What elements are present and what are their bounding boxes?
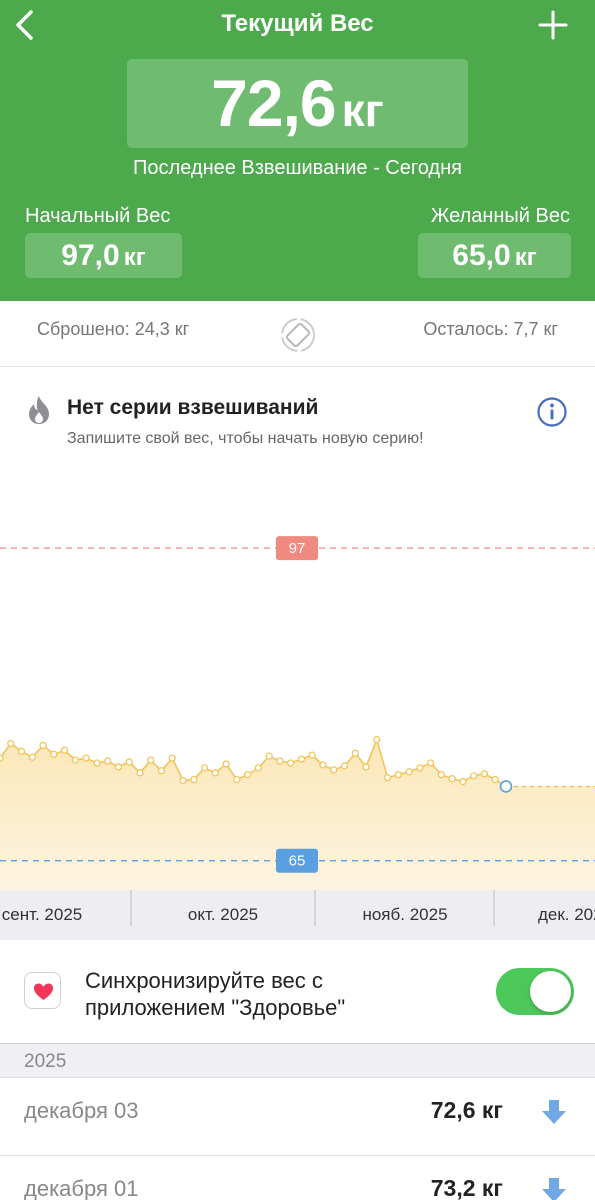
weight-point (60, 746, 69, 754)
weight-point (459, 777, 467, 786)
down-arrow-icon (542, 1178, 566, 1200)
streak-subtitle: Запишите свой вес, чтобы начать новую се… (67, 430, 424, 447)
weight-point (200, 764, 209, 772)
x-axis-band (0, 890, 595, 940)
entry-weight: 72,6 кг (430, 1097, 503, 1123)
x-tick-label: сент. 2025 (2, 905, 83, 924)
start-weight-unit: кг (123, 244, 146, 271)
x-tick-label: окт. 2025 (188, 905, 258, 924)
latest-weight-point (499, 780, 513, 793)
weight-point (125, 758, 133, 766)
weight-point (373, 735, 381, 744)
page-title: Текущий Вес (221, 10, 374, 37)
weight-point (233, 775, 241, 784)
x-tick-label: нояб. 2025 (362, 905, 447, 924)
weight-point (114, 763, 123, 771)
weight-point (254, 764, 263, 772)
weight-point (362, 763, 370, 771)
streak-title: Нет серии взвешиваний (67, 396, 319, 419)
weight-point (480, 770, 489, 778)
weight-point (416, 764, 424, 772)
current-weight-value: 72,6 (211, 66, 336, 140)
weight-point (17, 747, 26, 755)
weight-point (82, 754, 90, 762)
health-app-icon (24, 972, 61, 1009)
weight-point (491, 775, 499, 784)
heart-icon (34, 983, 53, 1000)
goal-weight-pill[interactable]: 65,0 кг (418, 233, 571, 278)
weight-point (276, 757, 284, 765)
weight-point (470, 772, 478, 780)
year-label: 2025 (24, 1051, 67, 1072)
weight-point (297, 755, 306, 763)
goal-weight-badge-label: 65 (289, 853, 306, 870)
weight-point (71, 756, 80, 764)
weight-chart[interactable]: 97 65 сент. 2025 окт. 2025 нояб. 2025 дек. … (0, 470, 595, 940)
weight-point (136, 769, 144, 777)
entry-date: декабря 01 (24, 1176, 139, 1200)
toggle-knob (530, 971, 571, 1012)
weight-point (211, 769, 219, 777)
weight-point (243, 771, 252, 779)
weight-point (0, 754, 4, 762)
weight-point (426, 759, 435, 767)
down-arrow-icon (542, 1100, 566, 1124)
weight-point (383, 774, 392, 782)
lost-weight-text: Сброшено: 24,3 кг (37, 319, 190, 339)
weight-point (190, 775, 198, 784)
weight-point (437, 771, 446, 779)
header: Текущий Вес 72,6 кг Последнее Взвешивание… (0, 0, 595, 301)
weight-point (28, 753, 36, 761)
entry-date: декабря 03 (24, 1098, 139, 1123)
weight-point (394, 771, 402, 779)
current-weight-unit: кг (341, 84, 384, 136)
weight-point (448, 775, 456, 783)
last-weigh-text: Последнее Взвешивание - Сегодня (133, 157, 462, 179)
entry-weight: 73,2 кг (430, 1175, 503, 1200)
weight-point (265, 752, 273, 760)
x-tick-label: дек. 2025 (538, 905, 595, 924)
weight-entry-row[interactable]: декабря 01 73,2 кг (0, 1156, 595, 1200)
start-weight-pill[interactable]: 97,0 кг (25, 233, 182, 278)
weight-point (157, 767, 166, 775)
goal-weight-unit: кг (514, 244, 537, 271)
info-icon[interactable] (536, 396, 568, 428)
start-weight-value: 97,0 (61, 239, 120, 272)
add-icon[interactable] (536, 8, 570, 42)
weight-point (147, 756, 155, 764)
weight-point (287, 759, 295, 767)
weight-point (39, 741, 47, 750)
weight-point (168, 754, 176, 762)
goal-weight-badge: 65 (276, 848, 318, 873)
start-weight-label: Начальный Вес (25, 205, 171, 227)
goal-weight-value: 65,0 (452, 239, 511, 272)
remaining-weight-text: Осталось: 7,7 кг (423, 319, 558, 339)
weight-point (308, 751, 316, 759)
current-weight-box[interactable]: 72,6 кг (127, 59, 468, 148)
weight-point (104, 757, 112, 765)
weight-point (7, 739, 15, 748)
weight-point (405, 768, 413, 776)
goal-weight-label: Желанный Вес (430, 205, 570, 227)
start-weight-badge: 97 (276, 536, 318, 561)
weight-point (319, 761, 327, 769)
start-weight-badge-label: 97 (289, 540, 306, 557)
weight-point (179, 776, 187, 785)
flame-icon (29, 396, 49, 424)
weight-point (93, 759, 101, 767)
year-section-header: 2025 (0, 1044, 595, 1078)
weight-point (340, 762, 349, 770)
health-sync-toggle[interactable] (496, 968, 574, 1015)
weight-point (330, 766, 338, 774)
weight-point (50, 750, 58, 758)
health-sync-label: Синхронизируйте вес с приложением "Здоро… (85, 968, 346, 1020)
weight-entry-row[interactable]: декабря 03 72,6 кг (0, 1078, 595, 1156)
weight-point (351, 749, 359, 757)
rotate-screen-icon[interactable] (279, 316, 317, 354)
weight-point (222, 760, 230, 768)
